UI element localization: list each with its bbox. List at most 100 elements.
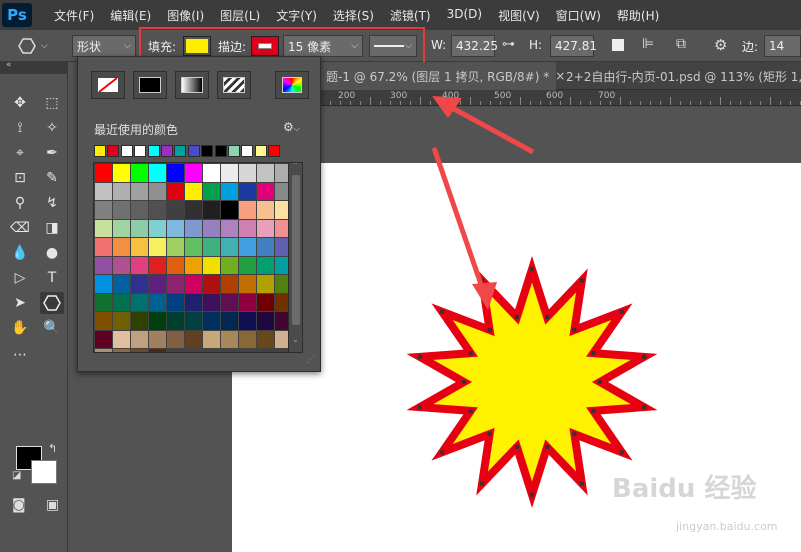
eraser-icon[interactable]: ⌫ <box>8 217 32 239</box>
menu-item[interactable]: 图层(L) <box>212 7 268 24</box>
color-swatch[interactable] <box>185 238 202 256</box>
gradient-icon[interactable]: ◨ <box>40 217 64 239</box>
color-swatch[interactable] <box>149 256 166 274</box>
color-swatch[interactable] <box>185 312 202 330</box>
hand-icon[interactable]: ✋ <box>8 317 32 339</box>
color-swatch[interactable] <box>203 330 220 348</box>
recent-color-swatch[interactable] <box>107 145 120 157</box>
color-swatch[interactable] <box>95 330 112 348</box>
color-swatch[interactable] <box>221 164 238 182</box>
color-swatch[interactable] <box>95 164 112 182</box>
color-swatch[interactable] <box>221 330 238 348</box>
recent-color-swatch[interactable] <box>241 145 254 157</box>
polygon-tool-icon[interactable]: ⌵ <box>18 37 58 55</box>
height-field[interactable]: 427.81 <box>550 35 597 57</box>
recent-color-swatch[interactable] <box>160 145 173 157</box>
blur-icon[interactable]: 💧 <box>8 242 32 264</box>
path-arrangement-icon[interactable]: ⧉ <box>676 36 686 52</box>
stamp-icon[interactable]: ⚲ <box>8 192 32 214</box>
color-swatch[interactable] <box>167 256 184 274</box>
color-swatch[interactable] <box>257 182 274 200</box>
menu-item[interactable]: 文字(Y) <box>268 7 325 24</box>
color-swatch[interactable] <box>149 330 166 348</box>
gear-icon[interactable]: ⚙⌵ <box>283 120 300 134</box>
color-swatch[interactable] <box>167 312 184 330</box>
color-swatch[interactable] <box>185 201 202 219</box>
color-swatch[interactable] <box>95 275 112 293</box>
no-color-button[interactable] <box>91 71 125 99</box>
color-swatch[interactable] <box>167 238 184 256</box>
color-swatch[interactable] <box>113 330 130 348</box>
path-select-icon[interactable]: ▷ <box>8 267 32 289</box>
swatch-scrollbar[interactable]: ⌃ ⌄ <box>288 163 302 352</box>
marquee-icon[interactable]: ⬚ <box>40 92 64 114</box>
color-swatch[interactable] <box>239 238 256 256</box>
recent-color-swatch[interactable] <box>147 145 160 157</box>
color-swatch[interactable] <box>149 275 166 293</box>
color-swatch[interactable] <box>95 201 112 219</box>
direct-select-icon[interactable]: ➤ <box>8 292 32 314</box>
solid-color-button[interactable] <box>133 71 167 99</box>
scroll-thumb[interactable] <box>292 175 300 325</box>
lasso-icon[interactable]: ⟟ <box>8 117 32 139</box>
color-swatch[interactable] <box>221 201 238 219</box>
color-swatch[interactable] <box>95 256 112 274</box>
color-swatch[interactable] <box>203 201 220 219</box>
recent-color-swatch[interactable] <box>120 145 133 157</box>
more-icon[interactable]: ⋯ <box>8 344 32 366</box>
color-swatch[interactable] <box>149 238 166 256</box>
color-swatch[interactable] <box>113 275 130 293</box>
color-swatch[interactable] <box>239 275 256 293</box>
color-swatch[interactable] <box>185 330 202 348</box>
screen-mode-icon[interactable]: ▣ <box>46 497 59 513</box>
color-swatch[interactable] <box>95 293 112 311</box>
move-icon[interactable]: ✥ <box>8 92 32 114</box>
color-swatch[interactable] <box>239 182 256 200</box>
color-swatch[interactable] <box>131 330 148 348</box>
color-swatch[interactable] <box>185 164 202 182</box>
link-icon[interactable]: ⊶ <box>502 37 515 52</box>
recent-color-swatch[interactable] <box>201 145 214 157</box>
color-swatch[interactable] <box>221 293 238 311</box>
color-swatch[interactable] <box>203 293 220 311</box>
color-swatch[interactable] <box>167 201 184 219</box>
magic-wand-icon[interactable]: ✧ <box>40 117 64 139</box>
path-operations-icon[interactable] <box>612 39 624 51</box>
collapse-icon[interactable]: « <box>6 60 12 70</box>
history-brush-icon[interactable]: ↯ <box>40 192 64 214</box>
menu-item[interactable]: 图像(I) <box>159 7 212 24</box>
color-swatch[interactable] <box>239 330 256 348</box>
color-swatch[interactable] <box>113 349 130 352</box>
default-colors-icon[interactable]: ◪ <box>12 470 21 481</box>
type-icon[interactable]: T <box>40 267 64 289</box>
polygon-icon[interactable] <box>40 292 64 314</box>
color-swatch[interactable] <box>239 312 256 330</box>
color-swatch[interactable] <box>95 219 112 237</box>
color-swatch[interactable] <box>221 182 238 200</box>
color-swatch[interactable] <box>203 238 220 256</box>
color-swatch[interactable] <box>113 201 130 219</box>
menu-item[interactable]: 文件(F) <box>46 7 102 24</box>
menu-item[interactable]: 3D(D) <box>439 7 490 24</box>
color-swatch[interactable] <box>113 293 130 311</box>
color-picker-button[interactable] <box>275 71 309 99</box>
color-swatch[interactable] <box>131 312 148 330</box>
brush-icon[interactable]: ✎ <box>40 167 64 189</box>
resize-grip-icon[interactable]: ⋰ <box>306 355 315 365</box>
color-swatch[interactable] <box>239 256 256 274</box>
color-swatch[interactable] <box>167 182 184 200</box>
color-swatch[interactable] <box>257 330 274 348</box>
color-swatch[interactable] <box>113 312 130 330</box>
zoom-icon[interactable]: 🔍 <box>40 317 64 339</box>
gear-icon[interactable]: ⚙ <box>714 36 727 54</box>
color-swatch[interactable] <box>149 164 166 182</box>
color-swatch[interactable] <box>131 275 148 293</box>
color-swatch[interactable] <box>95 349 112 352</box>
recent-color-swatch[interactable] <box>254 145 267 157</box>
recent-color-swatch[interactable] <box>174 145 187 157</box>
color-swatch[interactable] <box>239 219 256 237</box>
scroll-down-icon[interactable]: ⌄ <box>292 335 299 344</box>
color-swatch[interactable] <box>257 201 274 219</box>
color-swatch[interactable] <box>95 182 112 200</box>
color-swatch[interactable] <box>149 349 166 352</box>
